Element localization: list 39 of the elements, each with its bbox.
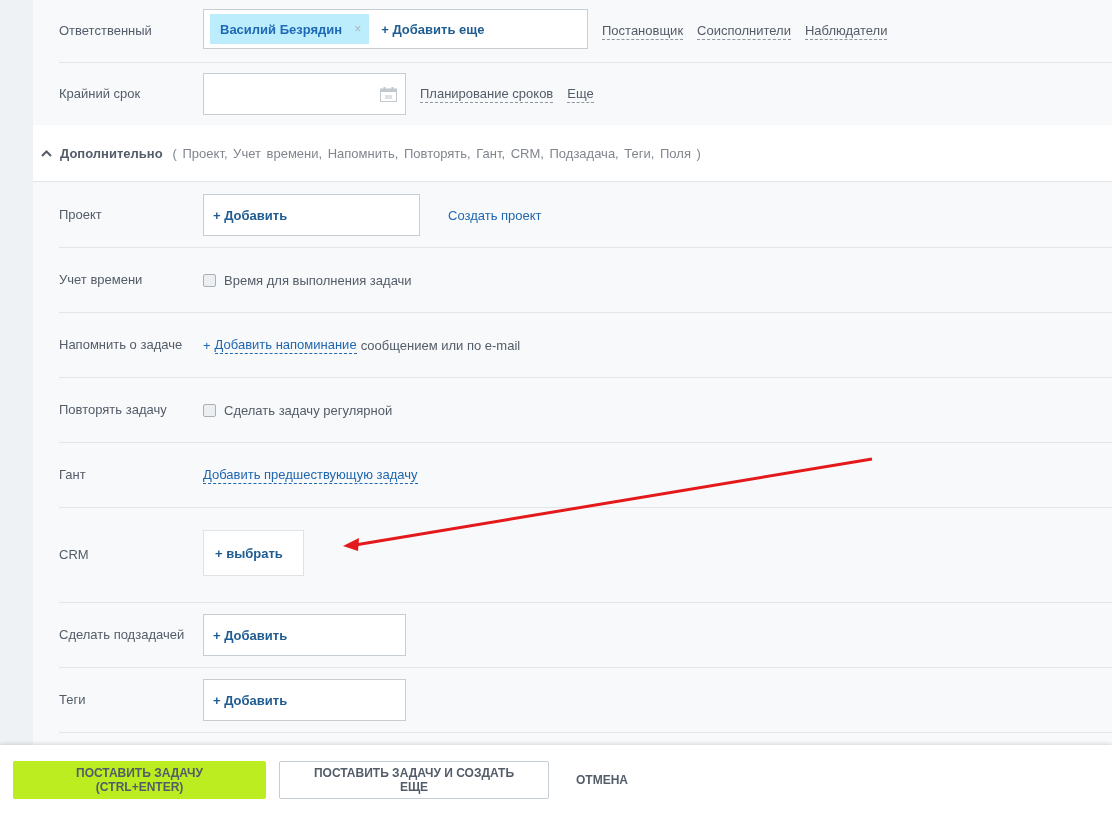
field-label: Учет времени <box>59 271 144 289</box>
field-label: Проект <box>59 206 103 224</box>
role-link[interactable]: Наблюдатели <box>804 22 888 40</box>
add-button[interactable]: + Добавить <box>203 194 420 236</box>
calendar-icon[interactable] <box>380 87 397 102</box>
add-reminder-link[interactable]: Добавить напоминание <box>214 336 357 354</box>
field-label: Гант <box>59 466 87 484</box>
role-link[interactable]: Соисполнители <box>697 22 791 40</box>
role-link[interactable]: Постановщик <box>602 22 684 40</box>
deadline-link[interactable]: Еще <box>567 85 594 103</box>
field-label: Ответственный <box>59 22 153 40</box>
create-project-link[interactable]: Создать проект <box>448 207 542 223</box>
assignee-name: Василий Безрядин <box>220 21 343 37</box>
add-button[interactable]: + Добавить <box>203 614 406 656</box>
checkbox-label: Время для выполнения задачи <box>224 272 412 288</box>
plus-icon[interactable]: + <box>203 337 211 353</box>
assignee-field[interactable]: Василий Безрядин × + Добавить еще <box>203 9 588 49</box>
field-label: CRM <box>59 546 90 564</box>
chevron-up-icon[interactable] <box>41 149 52 157</box>
submit-and-new-button[interactable]: ПОСТАВИТЬ ЗАДАЧУ И СОЗДАТЬ ЕЩЕ <box>279 761 549 799</box>
field-label: Крайний срок <box>59 85 142 103</box>
date-field[interactable] <box>203 73 406 115</box>
cancel-button[interactable]: ОТМЕНА <box>562 761 642 799</box>
add-button[interactable]: + Добавить <box>203 679 406 721</box>
reminder-hint: сообщением или по e-mail <box>360 337 521 353</box>
field-label: Напомнить о задаче <box>59 336 184 354</box>
field-label: Сделать подзадачей <box>59 626 186 644</box>
submit-button[interactable]: ПОСТАВИТЬ ЗАДАЧУ (CTRL+ENTER) <box>13 761 266 799</box>
checkbox-label: Сделать задачу регулярной <box>224 402 393 418</box>
checkbox[interactable] <box>203 273 216 287</box>
deadline-link[interactable]: Планирование сроков <box>420 85 554 103</box>
checkbox[interactable] <box>203 403 216 417</box>
section-toggle[interactable]: Дополнительно <box>60 145 163 161</box>
add-more-link[interactable]: + Добавить еще <box>381 21 485 37</box>
select-button[interactable]: + выбрать <box>203 530 304 576</box>
section-summary: ( Проект, Учет времени, Напомнить, Повторять, Гант, CRM, Подзадача, Теги, Поля ) <box>172 145 701 161</box>
field-label: Повторять задачу <box>59 401 168 419</box>
field-label: Теги <box>59 691 87 709</box>
add-predecessor-link[interactable]: Добавить предшествующую задачу <box>203 466 418 484</box>
